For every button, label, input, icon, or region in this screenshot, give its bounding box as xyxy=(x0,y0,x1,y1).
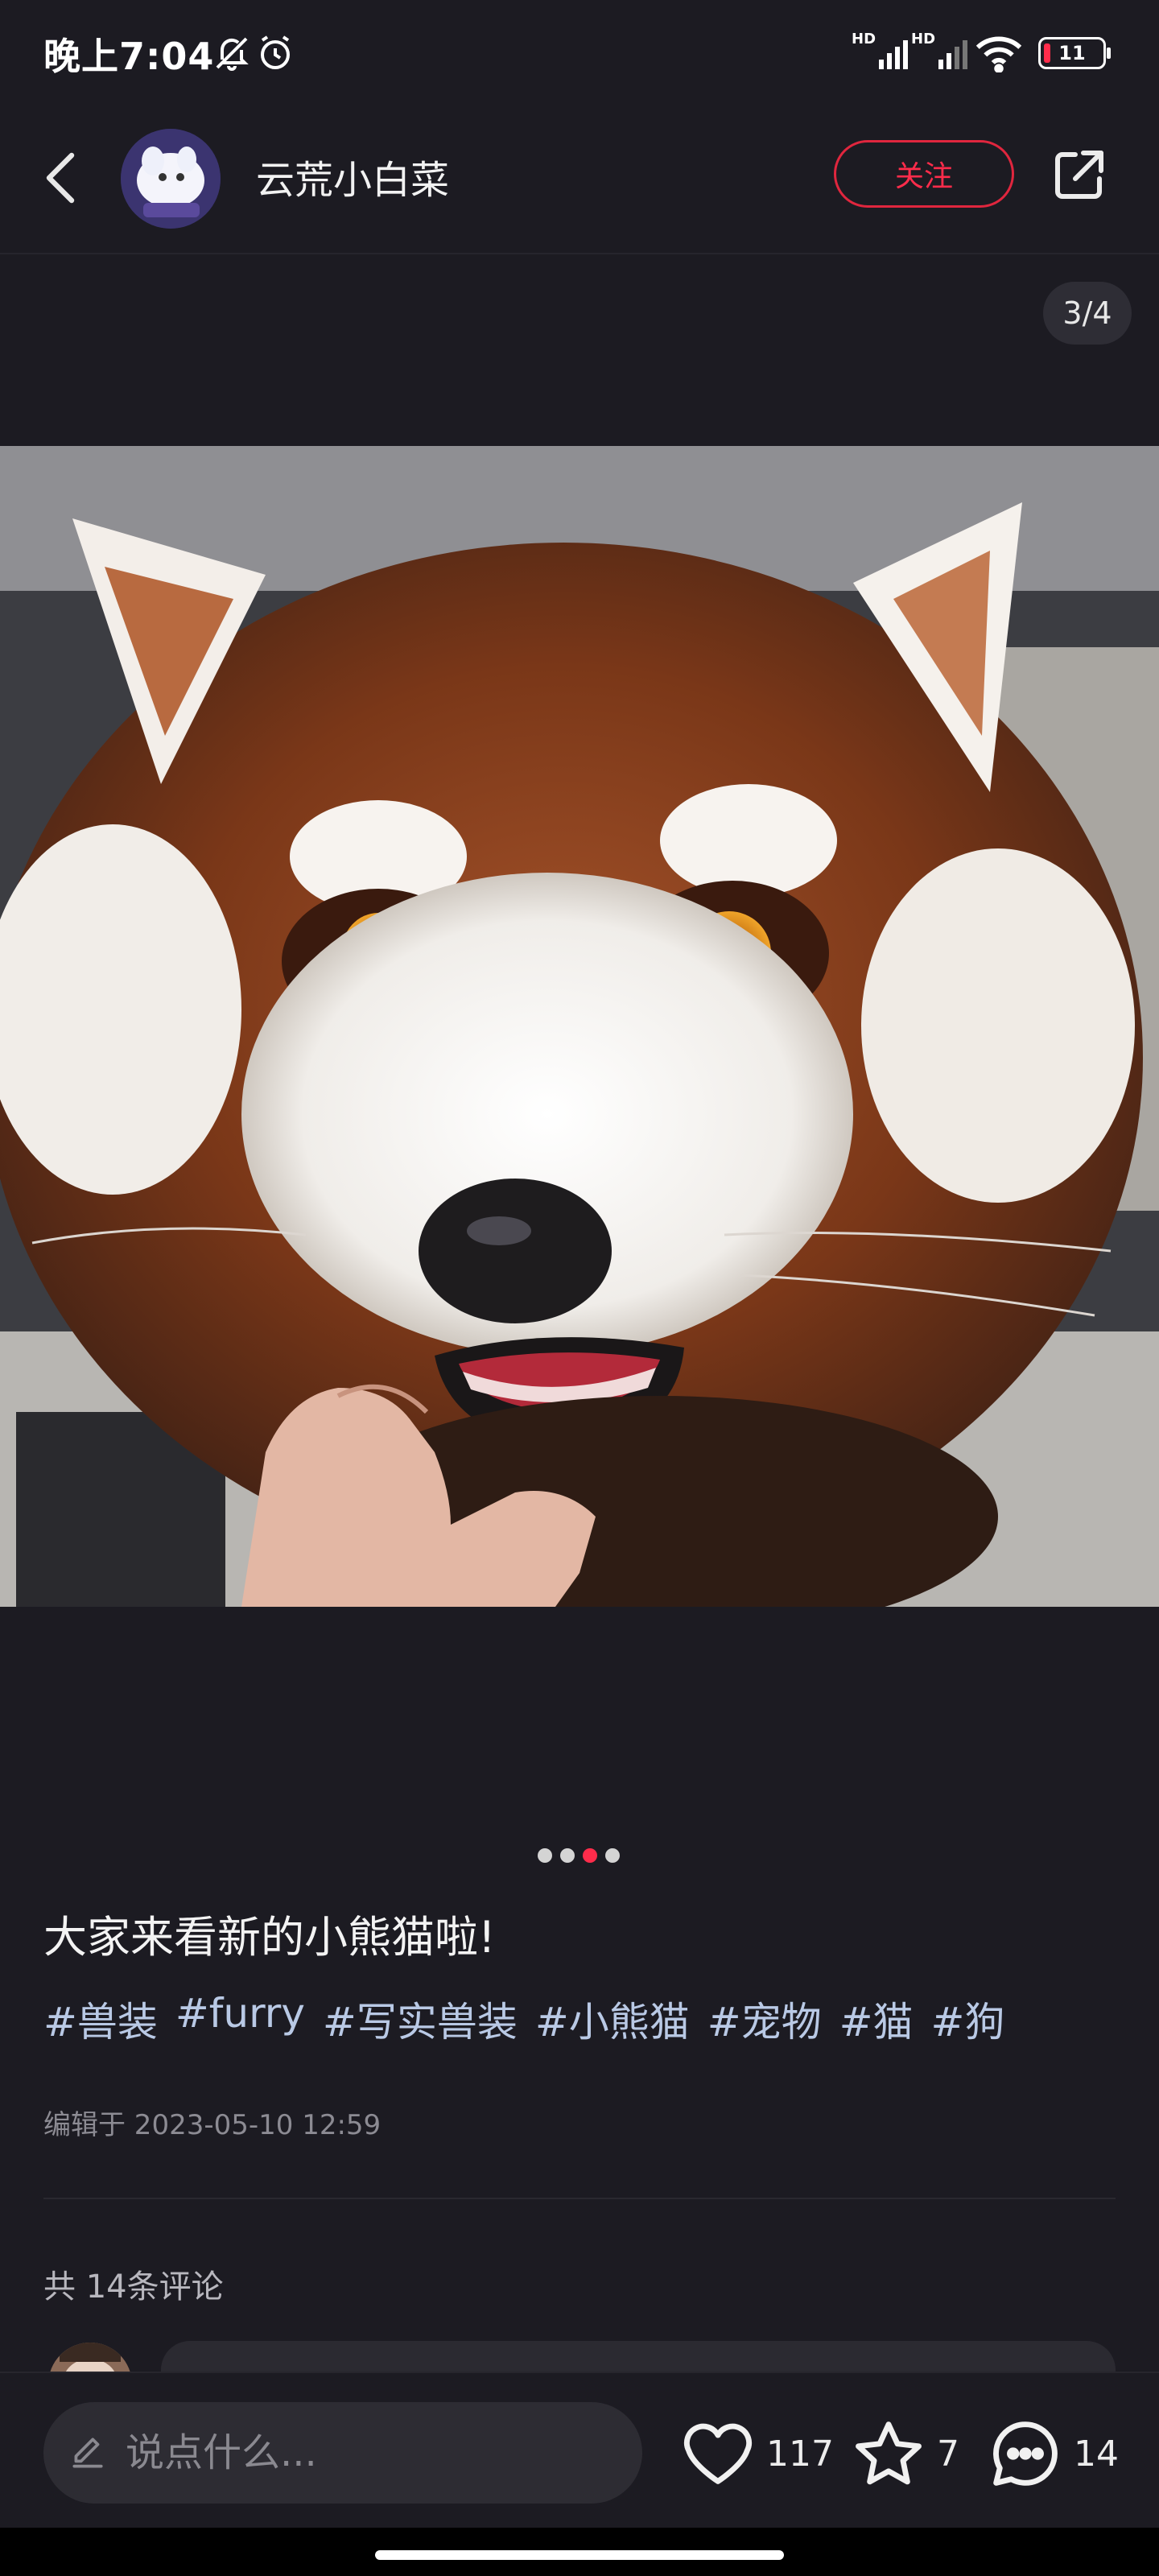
signal-icon-2: HD xyxy=(911,31,972,76)
red-panda-photo xyxy=(0,446,1159,1607)
network-label-2: HD xyxy=(911,31,936,47)
hashtag[interactable]: #写实兽装 xyxy=(323,1990,518,2048)
hashtag[interactable]: #furry xyxy=(175,1990,305,2048)
signal-icon-1: HD xyxy=(852,31,913,76)
post-title: 大家来看新的小熊猫啦! xyxy=(43,1912,496,1963)
post-header: 云荒小白菜 关注 xyxy=(0,103,1159,254)
share-icon xyxy=(1055,151,1103,199)
image-counter: 3/4 xyxy=(1043,282,1132,345)
status-time: 晚上7:04 xyxy=(43,35,215,78)
bottom-action-bar: 117 7 14 xyxy=(0,2372,1159,2529)
battery-icon: 11 xyxy=(1038,31,1111,76)
pencil-icon xyxy=(72,2438,103,2468)
pagination-dot xyxy=(538,1848,552,1863)
author-avatar[interactable] xyxy=(121,129,221,229)
edit-timestamp: 编辑于 2023-05-10 12:59 xyxy=(43,2109,382,2141)
hashtag[interactable]: #小熊猫 xyxy=(535,1990,690,2048)
back-button[interactable] xyxy=(32,150,89,206)
comment-count-action: 14 xyxy=(1074,2433,1119,2475)
heart-icon xyxy=(683,2423,753,2484)
chevron-left-icon xyxy=(46,152,75,204)
favorite-button[interactable]: 7 xyxy=(852,2413,959,2494)
comment-count: 共 14条评论 xyxy=(43,2268,224,2306)
comment-input-container[interactable] xyxy=(43,2402,642,2504)
comment-bubble-icon xyxy=(993,2421,1058,2486)
home-indicator[interactable] xyxy=(375,2550,784,2560)
like-button[interactable]: 117 xyxy=(681,2413,834,2494)
star-icon xyxy=(856,2421,922,2485)
like-count: 117 xyxy=(766,2433,834,2475)
hashtag[interactable]: #宠物 xyxy=(707,1990,822,2048)
hashtag[interactable]: #兽装 xyxy=(43,1990,158,2048)
network-label-1: HD xyxy=(852,31,876,47)
avatar-image xyxy=(121,129,221,229)
divider xyxy=(43,2198,1116,2199)
comment-input[interactable] xyxy=(124,2429,610,2476)
pagination-dot xyxy=(560,1848,575,1863)
wifi-icon xyxy=(974,31,1024,76)
battery-level: 11 xyxy=(1058,42,1086,64)
status-bar: 晚上7:04 HD HD 11 xyxy=(0,0,1159,103)
alarm-icon xyxy=(256,31,295,76)
follow-button[interactable]: 关注 xyxy=(834,140,1014,208)
hashtag[interactable]: #猫 xyxy=(839,1990,914,2048)
comment-button[interactable]: 14 xyxy=(988,2413,1119,2494)
pagination-dot xyxy=(605,1848,620,1863)
post-image[interactable] xyxy=(0,446,1159,1607)
pagination-dot-active xyxy=(583,1848,597,1863)
mute-icon xyxy=(212,31,251,76)
hashtag-list: #兽装 #furry #写实兽装 #小熊猫 #宠物 #猫 #狗 xyxy=(43,1990,1004,2048)
author-name[interactable]: 云荒小白菜 xyxy=(256,148,449,204)
share-button[interactable] xyxy=(1046,143,1111,208)
favorite-count: 7 xyxy=(937,2433,959,2475)
hashtag[interactable]: #狗 xyxy=(931,1990,1005,2048)
image-pagination xyxy=(538,1848,620,1863)
